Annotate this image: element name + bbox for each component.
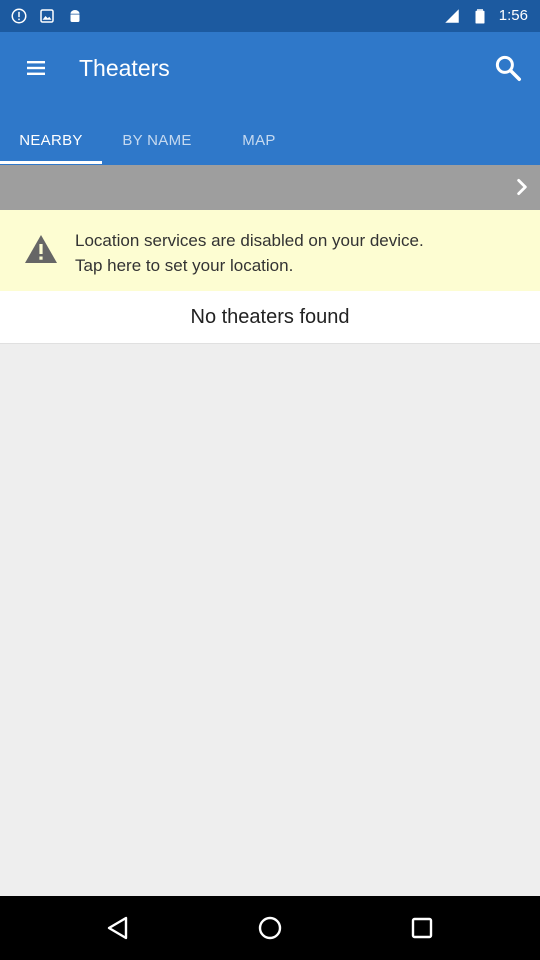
status-system: 1:56 — [443, 6, 528, 26]
location-bar[interactable] — [0, 165, 540, 210]
status-notifications — [10, 7, 84, 25]
tab-indicator — [0, 161, 102, 164]
warning-message: Location services are disabled on your d… — [75, 228, 525, 278]
home-icon[interactable] — [254, 912, 286, 944]
image-icon — [40, 9, 54, 23]
page-title: Theaters — [79, 55, 170, 81]
app-bar: Theaters NEARBY BY NAME MAP — [0, 32, 540, 165]
search-button[interactable] — [486, 46, 530, 90]
hamburger-menu-icon — [27, 61, 45, 75]
menu-button[interactable] — [14, 46, 58, 90]
location-warning-banner[interactable]: Location services are disabled on your d… — [0, 210, 540, 291]
search-icon — [495, 55, 521, 81]
chevron-right-icon — [517, 178, 527, 196]
android-icon — [70, 10, 80, 22]
warning-line-1: Location services are disabled on your d… — [75, 231, 424, 250]
warning-icon — [25, 235, 57, 263]
back-icon[interactable] — [102, 912, 134, 944]
tab-by-name[interactable]: BY NAME — [104, 116, 210, 165]
warning-line-2: Tap here to set your location. — [75, 256, 294, 275]
battery-icon — [475, 9, 485, 24]
signal-icon — [445, 9, 459, 23]
empty-state-message: No theaters found — [190, 305, 350, 328]
tab-nearby[interactable]: NEARBY — [0, 116, 102, 165]
tab-map[interactable]: MAP — [214, 116, 304, 165]
recents-icon[interactable] — [406, 912, 438, 944]
alert-circle-icon — [11, 8, 27, 24]
navigation-bar — [0, 896, 540, 960]
empty-state: No theaters found — [0, 291, 540, 344]
tab-bar: NEARBY BY NAME MAP — [0, 116, 540, 165]
status-bar: 1:56 — [0, 0, 540, 32]
status-time: 1:56 — [498, 7, 528, 24]
